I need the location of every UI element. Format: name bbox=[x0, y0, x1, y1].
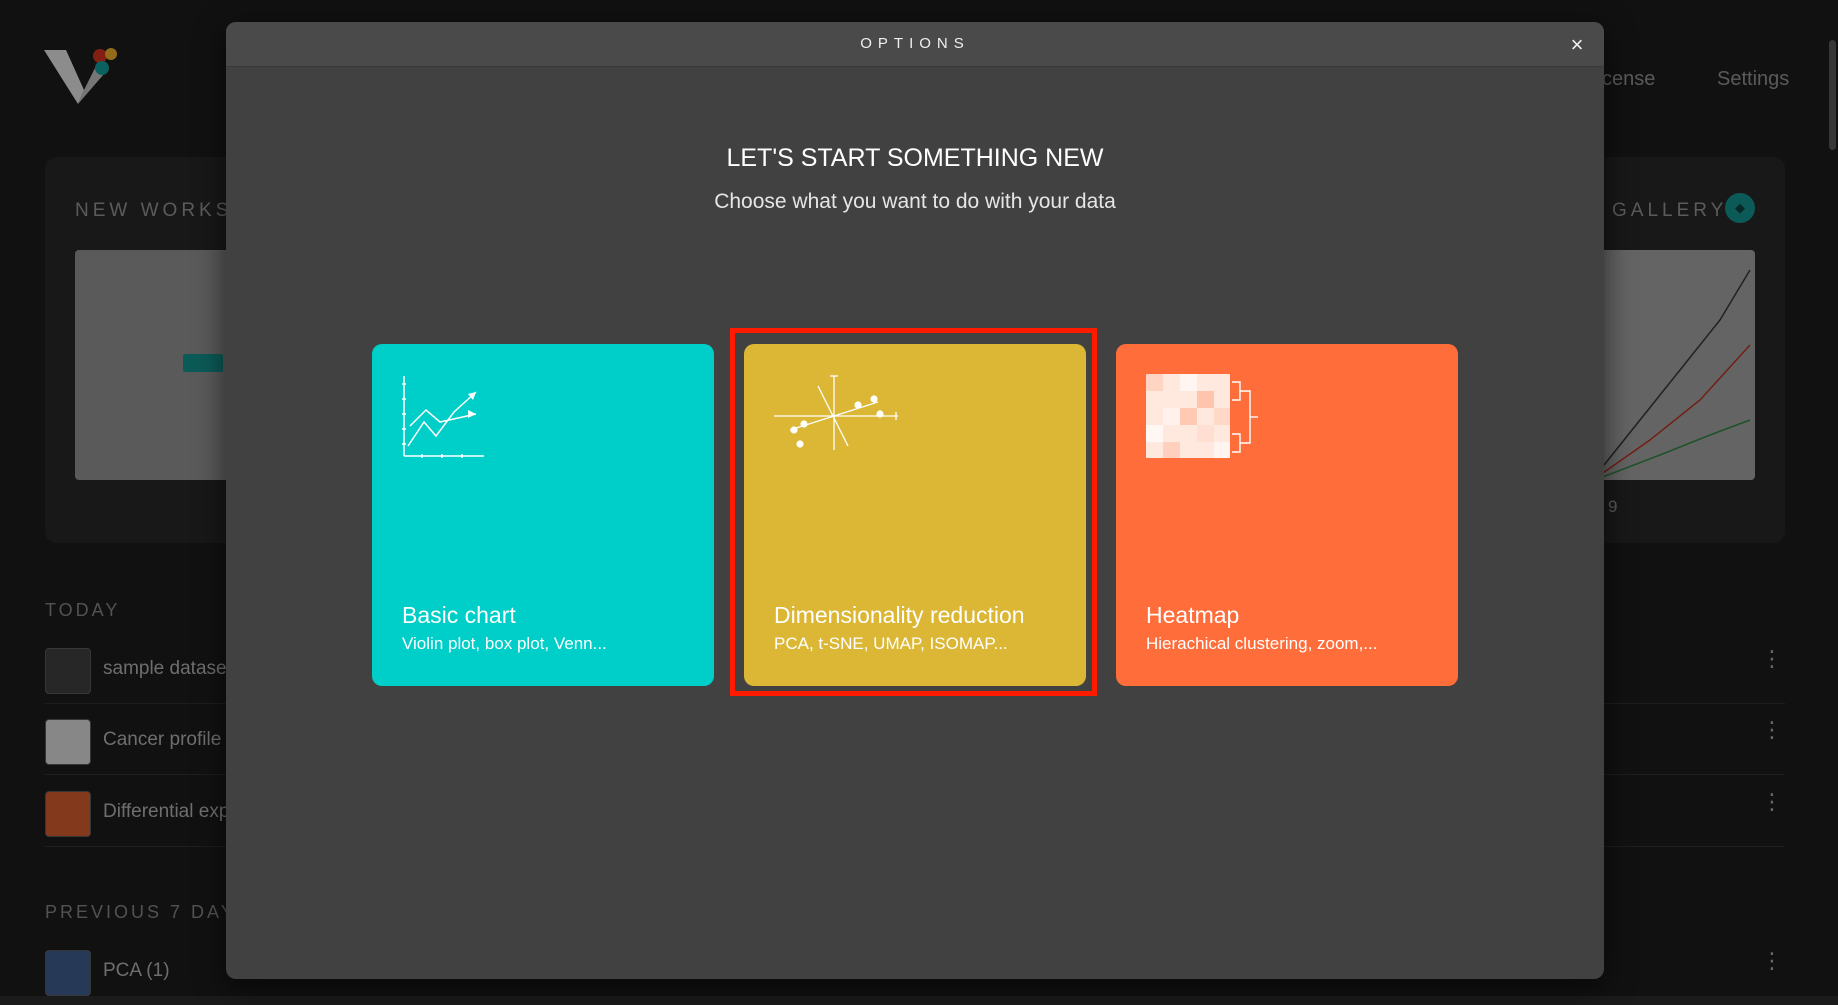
options-modal: OPTIONS × LET'S START SOMETHING NEW Choo… bbox=[226, 22, 1604, 979]
dimensionality-reduction-card[interactable]: Dimensionality reduction PCA, t-SNE, UMA… bbox=[744, 344, 1086, 686]
modal-title: OPTIONS bbox=[860, 35, 970, 52]
start-something-new-heading: LET'S START SOMETHING NEW bbox=[726, 144, 1104, 172]
card-description: PCA, t-SNE, UMAP, ISOMAP... bbox=[774, 634, 1008, 653]
heatmap-card[interactable]: Heatmap Hierachical clustering, zoom,... bbox=[1116, 344, 1458, 686]
card-description: Hierachical clustering, zoom,... bbox=[1146, 634, 1378, 653]
choose-subheading: Choose what you want to do with your dat… bbox=[714, 190, 1116, 213]
scatter-axes-icon bbox=[774, 375, 898, 450]
card-description: Violin plot, box plot, Venn... bbox=[402, 634, 607, 653]
card-title: Dimensionality reduction bbox=[774, 602, 1025, 628]
card-title: Basic chart bbox=[402, 602, 516, 628]
modal-header: OPTIONS × bbox=[226, 22, 1604, 67]
heatmap-dendrogram-icon bbox=[1146, 374, 1258, 458]
line-chart-icon bbox=[402, 376, 484, 458]
close-button[interactable]: × bbox=[1564, 32, 1590, 58]
card-title: Heatmap bbox=[1146, 602, 1240, 628]
basic-chart-card[interactable]: Basic chart Violin plot, box plot, Venn.… bbox=[372, 344, 714, 686]
